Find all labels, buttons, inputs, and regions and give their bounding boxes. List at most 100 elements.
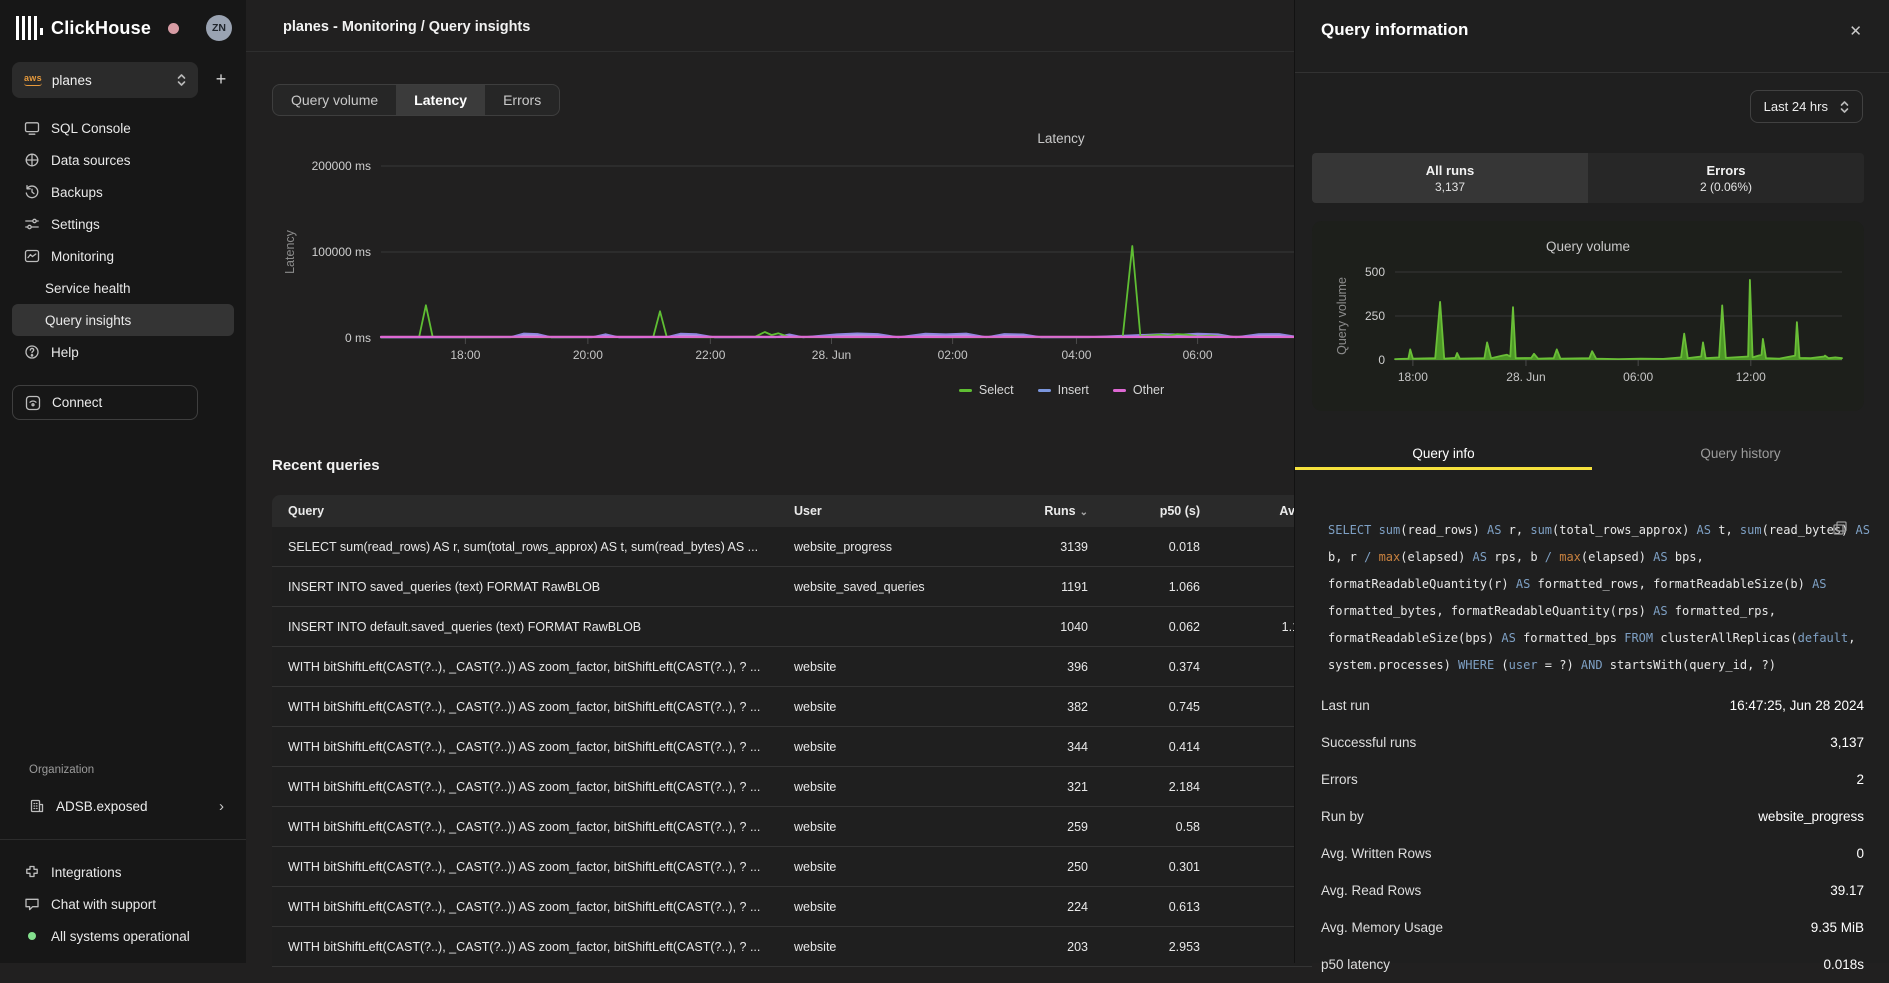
table-row[interactable]: WITH bitShiftLeft(CAST(?..), _CAST(?..))…	[272, 847, 1312, 887]
sidebar-item-label: Monitoring	[51, 249, 114, 264]
query-information-panel: Query information ✕ Last 24 hrs All runs…	[1294, 0, 1889, 963]
sidebar-item-integrations[interactable]: Integrations	[12, 856, 234, 888]
tab-latency[interactable]: Latency	[396, 85, 485, 115]
sidebar-item-help[interactable]: Help	[12, 336, 234, 368]
stat-label: Last run	[1321, 698, 1370, 713]
avg-cell: 0	[1202, 860, 1308, 874]
legend-item-insert[interactable]: Insert	[1038, 383, 1089, 397]
svg-text:500: 500	[1365, 265, 1385, 279]
stat-row: Run bywebsite_progress	[1321, 798, 1864, 835]
svg-text:06:00: 06:00	[1623, 370, 1653, 384]
runs-cell: 3139	[1018, 540, 1090, 554]
sidebar-divider	[0, 839, 246, 840]
runs-cell: 1040	[1018, 620, 1090, 634]
sidebar-item-label: Data sources	[51, 153, 131, 168]
table-row[interactable]: INSERT INTO default.saved_queries (text)…	[272, 607, 1312, 647]
user-cell: website	[778, 940, 1018, 954]
stat-row: Successful runs3,137	[1321, 724, 1864, 761]
query-volume-chart-svg: 025050018:0028. Jun06:0012:00Query volum…	[1312, 221, 1864, 411]
sidebar-item-label: Chat with support	[51, 897, 156, 912]
sidebar-item-chat-with-support[interactable]: Chat with support	[12, 888, 234, 920]
table-row[interactable]: WITH bitShiftLeft(CAST(?..), _CAST(?..))…	[272, 767, 1312, 807]
sidebar-item-monitoring[interactable]: Monitoring	[12, 240, 234, 272]
p50-cell: 2.184	[1090, 780, 1202, 794]
monitoring-icon	[24, 248, 40, 264]
time-range-select[interactable]: Last 24 hrs	[1750, 90, 1863, 123]
svg-text:Query volume: Query volume	[1546, 239, 1630, 254]
tab-query-volume[interactable]: Query volume	[273, 85, 396, 115]
stat-row: Avg. Read Rows39.17	[1321, 872, 1864, 909]
svg-text:12:00: 12:00	[1736, 370, 1766, 384]
sidebar: ClickHouse ZN aws planes + SQL Console Da…	[0, 0, 246, 963]
runs-cell: 259	[1018, 820, 1090, 834]
app-name: ClickHouse	[51, 18, 151, 39]
column-header-runs[interactable]: Runs⌄	[1018, 504, 1090, 518]
table-row[interactable]: WITH bitShiftLeft(CAST(?..), _CAST(?..))…	[272, 807, 1312, 847]
column-header-avg[interactable]: Avg.	[1202, 504, 1308, 518]
query-cell: WITH bitShiftLeft(CAST(?..), _CAST(?..))…	[272, 940, 778, 954]
stat-value: website_progress	[1758, 809, 1864, 824]
column-header-query[interactable]: Query	[272, 504, 778, 518]
table-row[interactable]: WITH bitShiftLeft(CAST(?..), _CAST(?..))…	[272, 927, 1312, 967]
segment-errors[interactable]: Errors 2 (0.06%)	[1588, 153, 1864, 203]
organization-name: ADSB.exposed	[56, 799, 148, 814]
active-tab-underline	[1295, 467, 1592, 470]
organization-switcher[interactable]: ADSB.exposed ›	[12, 790, 234, 822]
query-cell: WITH bitShiftLeft(CAST(?..), _CAST(?..))…	[272, 700, 778, 714]
table-row[interactable]: INSERT INTO saved_queries (text) FORMAT …	[272, 567, 1312, 607]
add-service-button[interactable]: +	[210, 68, 232, 90]
sidebar-item-data-sources[interactable]: Data sources	[12, 144, 234, 176]
p50-cell: 0.062	[1090, 620, 1202, 634]
clickhouse-logo[interactable]: ClickHouse	[16, 14, 151, 42]
p50-cell: 0.613	[1090, 900, 1202, 914]
copy-icon[interactable]	[1833, 521, 1847, 535]
avg-cell: 0	[1202, 540, 1308, 554]
sidebar-item-all-systems-operational[interactable]: All systems operational	[12, 920, 234, 952]
sidebar-item-service-health[interactable]: Service health	[12, 272, 234, 304]
close-icon[interactable]: ✕	[1849, 22, 1862, 40]
user-cell: website	[778, 660, 1018, 674]
table-row[interactable]: SELECT sum(read_rows) AS r, sum(total_ro…	[272, 527, 1312, 567]
sidebar-item-sql-console[interactable]: SQL Console	[12, 112, 234, 144]
tab-errors[interactable]: Errors	[485, 85, 559, 115]
panel-tab-query-info[interactable]: Query info	[1295, 440, 1592, 468]
connect-button[interactable]: Connect	[12, 385, 198, 420]
p50-cell: 2.953	[1090, 940, 1202, 954]
avatar[interactable]: ZN	[206, 15, 232, 41]
sql-query-text: SELECT sum(read_rows) AS r, sum(total_ro…	[1328, 517, 1873, 679]
time-range-value: Last 24 hrs	[1764, 99, 1828, 114]
segment-all-runs[interactable]: All runs 3,137	[1312, 153, 1588, 203]
sidebar-item-settings[interactable]: Settings	[12, 208, 234, 240]
table-row[interactable]: WITH bitShiftLeft(CAST(?..), _CAST(?..))…	[272, 687, 1312, 727]
table-row[interactable]: WITH bitShiftLeft(CAST(?..), _CAST(?..))…	[272, 887, 1312, 927]
avg-cell: 0	[1202, 940, 1308, 954]
query-volume-card: 025050018:0028. Jun06:0012:00Query volum…	[1312, 221, 1864, 411]
help-icon	[24, 344, 40, 360]
legend-item-select[interactable]: Select	[959, 383, 1014, 397]
stat-value: 0.018s	[1823, 957, 1864, 972]
service-health-dot[interactable]	[168, 23, 179, 34]
avg-cell: 0	[1202, 660, 1308, 674]
column-header-user[interactable]: User	[778, 504, 1018, 518]
svg-text:Latency: Latency	[283, 229, 297, 274]
stat-label: Avg. Read Rows	[1321, 883, 1421, 898]
legend-item-other[interactable]: Other	[1113, 383, 1164, 397]
panel-tabs: Query infoQuery history	[1295, 440, 1889, 468]
panel-tab-query-history[interactable]: Query history	[1592, 440, 1889, 468]
stat-row: Errors2	[1321, 761, 1864, 798]
table-row[interactable]: WITH bitShiftLeft(CAST(?..), _CAST(?..))…	[272, 727, 1312, 767]
table-row[interactable]: WITH bitShiftLeft(CAST(?..), _CAST(?..))…	[272, 647, 1312, 687]
stat-value: 0	[1856, 846, 1864, 861]
avg-cell: 0	[1202, 580, 1308, 594]
svg-text:28. Jun: 28. Jun	[1506, 370, 1545, 384]
column-header-p50-s[interactable]: p50 (s)	[1090, 504, 1202, 518]
sidebar-item-backups[interactable]: Backups	[12, 176, 234, 208]
user-cell: website	[778, 740, 1018, 754]
query-cell: INSERT INTO saved_queries (text) FORMAT …	[272, 580, 778, 594]
stat-label: Successful runs	[1321, 735, 1416, 750]
stat-value: 2	[1856, 772, 1864, 787]
stat-row: Last run16:47:25, Jun 28 2024	[1321, 687, 1864, 724]
runs-cell: 1191	[1018, 580, 1090, 594]
sidebar-item-query-insights[interactable]: Query insights	[12, 304, 234, 336]
service-selector[interactable]: aws planes	[12, 62, 198, 98]
